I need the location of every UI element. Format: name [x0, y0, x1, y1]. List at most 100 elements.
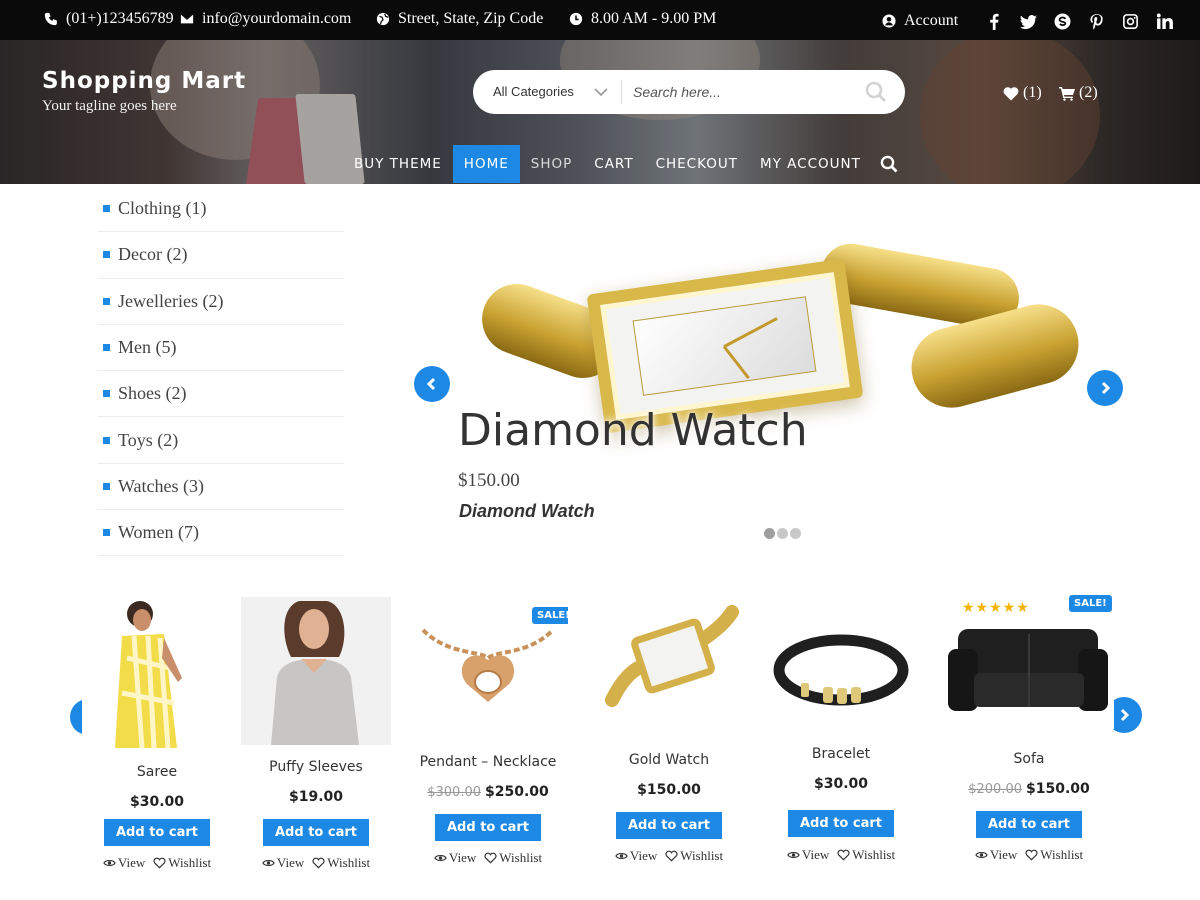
category-label[interactable]: Women (7): [118, 522, 199, 543]
view-link[interactable]: View: [262, 855, 304, 871]
wishlist-label[interactable]: Wishlist: [168, 855, 211, 871]
view-link[interactable]: View: [615, 848, 657, 864]
nav-buy-theme[interactable]: BUY THEME: [343, 145, 453, 183]
twitter-icon[interactable]: [1019, 12, 1037, 30]
nav-search-icon[interactable]: [880, 155, 898, 173]
view-link[interactable]: View: [975, 847, 1017, 863]
slider-dot[interactable]: [777, 528, 788, 539]
slider-next-button[interactable]: [1087, 370, 1123, 406]
category-label[interactable]: Decor (2): [118, 244, 187, 265]
add-to-cart-button[interactable]: Add to cart: [976, 811, 1082, 838]
wishlist-link[interactable]: Wishlist: [1025, 847, 1083, 863]
view-label[interactable]: View: [990, 847, 1017, 863]
category-item[interactable]: Women (7): [98, 510, 344, 557]
bullet-icon: [103, 482, 110, 490]
product-image[interactable]: [241, 597, 391, 745]
category-item[interactable]: Jewelleries (2): [98, 279, 344, 325]
pinterest-icon[interactable]: [1087, 12, 1105, 30]
envelope-icon: [180, 14, 194, 24]
chevron-down-icon[interactable]: [594, 88, 608, 97]
wishlist-link[interactable]: Wishlist: [665, 848, 723, 864]
add-to-cart-button[interactable]: Add to cart: [788, 810, 894, 837]
slider-prev-button[interactable]: [414, 366, 450, 402]
slider-dot[interactable]: [790, 528, 801, 539]
chevron-right-icon: [1120, 708, 1130, 722]
add-to-cart-button[interactable]: Add to cart: [435, 814, 541, 841]
slide-title: Diamond Watch: [458, 405, 808, 456]
view-link[interactable]: View: [103, 855, 145, 871]
product-name[interactable]: Puffy Sleeves: [231, 759, 401, 775]
product-image[interactable]: [591, 600, 747, 720]
view-link[interactable]: View: [787, 847, 829, 863]
add-to-cart-button[interactable]: Add to cart: [616, 812, 722, 839]
cart-count: (2): [1079, 84, 1098, 101]
puffy-sleeves-image: [241, 597, 391, 745]
category-item[interactable]: Shoes (2): [98, 371, 344, 418]
wishlist-label[interactable]: Wishlist: [327, 855, 370, 871]
category-label[interactable]: Men (5): [118, 337, 176, 358]
wishlist-label[interactable]: Wishlist: [499, 850, 542, 866]
hours-text: 8.00 AM - 9.00 PM: [591, 10, 717, 27]
category-item[interactable]: Watches (3): [98, 464, 344, 511]
view-link[interactable]: View: [434, 850, 476, 866]
product-name[interactable]: Bracelet: [756, 746, 926, 762]
wishlist-label[interactable]: Wishlist: [1040, 847, 1083, 863]
wishlist-link[interactable]: Wishlist: [484, 850, 542, 866]
instagram-icon[interactable]: [1121, 12, 1139, 30]
product-name[interactable]: Saree: [72, 764, 242, 780]
nav-home[interactable]: HOME: [452, 145, 520, 183]
view-label[interactable]: View: [277, 855, 304, 871]
view-label[interactable]: View: [802, 847, 829, 863]
wishlist-link[interactable]: Wishlist: [153, 855, 211, 871]
product-image[interactable]: ★★★★★ SALE!: [944, 589, 1114, 729]
add-to-cart-button[interactable]: Add to cart: [263, 819, 369, 846]
nav-my-account[interactable]: MY ACCOUNT: [749, 145, 872, 183]
product-name[interactable]: Pendant – Necklace: [403, 754, 573, 770]
site-title[interactable]: Shopping Mart: [42, 68, 246, 94]
add-to-cart-button[interactable]: Add to cart: [104, 819, 210, 846]
category-item[interactable]: Clothing (1): [98, 186, 344, 233]
account-label[interactable]: Account: [904, 12, 958, 30]
nav-checkout[interactable]: CHECKOUT: [645, 145, 749, 183]
category-label[interactable]: Watches (3): [118, 476, 204, 497]
address-text: Street, State, Zip Code: [398, 10, 544, 27]
product-image[interactable]: [761, 605, 921, 725]
category-list: Clothing (1) Decor (2) Jewelleries (2) M…: [98, 186, 344, 557]
product-name[interactable]: Sofa: [944, 751, 1114, 767]
email-address[interactable]: info@yourdomain.com: [202, 10, 351, 28]
view-label[interactable]: View: [118, 855, 145, 871]
product-image[interactable]: [82, 598, 232, 750]
nav-cart[interactable]: CART: [583, 145, 644, 183]
category-select[interactable]: All Categories: [493, 84, 574, 99]
product-name[interactable]: Gold Watch: [584, 752, 754, 768]
facebook-icon[interactable]: [985, 12, 1003, 30]
linkedin-icon[interactable]: [1155, 12, 1173, 30]
email-info[interactable]: info@yourdomain.com: [180, 10, 351, 28]
category-item[interactable]: Toys (2): [98, 417, 344, 464]
search-input[interactable]: [633, 80, 853, 104]
view-label[interactable]: View: [630, 848, 657, 864]
bullet-icon: [103, 436, 110, 444]
category-label[interactable]: Clothing (1): [118, 198, 207, 219]
category-item[interactable]: Decor (2): [98, 232, 344, 279]
cart-link[interactable]: (2): [1059, 84, 1098, 102]
wishlist-link[interactable]: Wishlist: [312, 855, 370, 871]
product-image[interactable]: SALE!: [408, 600, 568, 710]
wishlist-link[interactable]: (1): [1003, 84, 1042, 102]
nav-shop[interactable]: SHOP: [520, 145, 584, 183]
category-item[interactable]: Men (5): [98, 325, 344, 372]
product-price-group: $200.00 $150.00: [944, 781, 1114, 797]
slider-dot[interactable]: [764, 528, 775, 539]
category-label[interactable]: Toys (2): [118, 430, 178, 451]
account-link[interactable]: Account: [882, 12, 958, 30]
category-label[interactable]: Shoes (2): [118, 383, 187, 404]
search-icon[interactable]: [865, 81, 887, 103]
wishlist-label[interactable]: Wishlist: [680, 848, 723, 864]
watch-hand: [723, 317, 778, 348]
wishlist-link[interactable]: Wishlist: [837, 847, 895, 863]
view-label[interactable]: View: [449, 850, 476, 866]
wishlist-label[interactable]: Wishlist: [852, 847, 895, 863]
skype-icon[interactable]: [1053, 12, 1071, 30]
category-label[interactable]: Jewelleries (2): [118, 291, 223, 312]
wishlist-count: (1): [1023, 84, 1042, 101]
